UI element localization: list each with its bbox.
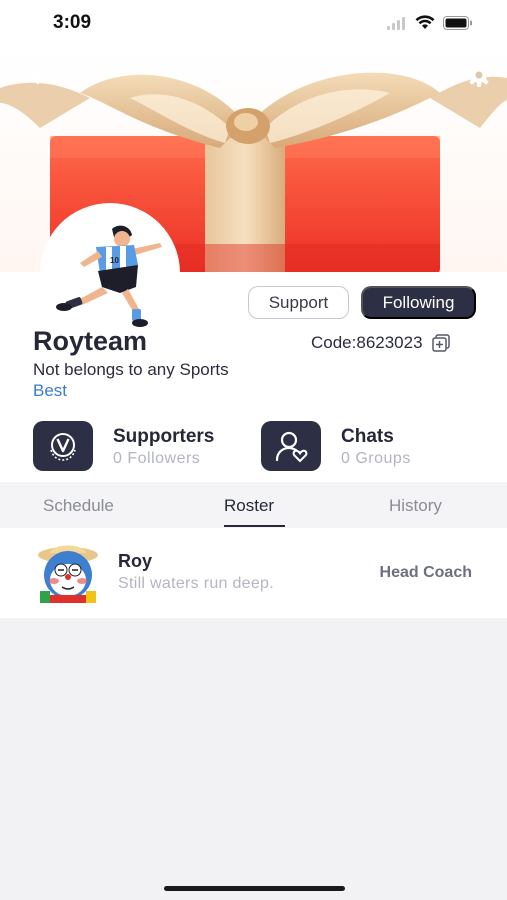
supporters-stat[interactable]: Supporters 0 Followers <box>33 421 214 473</box>
chats-title: Chats <box>341 426 394 447</box>
person-heart-icon <box>275 431 308 463</box>
battery-icon <box>443 15 472 30</box>
team-tag-link[interactable]: Best <box>33 381 67 401</box>
tab-schedule[interactable]: Schedule <box>43 496 114 516</box>
member-bio: Still waters run deep. <box>118 575 275 592</box>
team-sport: Not belongs to any Sports <box>33 360 229 379</box>
chats-icon-box <box>261 421 321 471</box>
svg-text:10: 10 <box>110 256 119 265</box>
back-arrow-icon <box>29 67 51 85</box>
soccer-player-illustration: 10 10 <box>56 225 162 327</box>
tab-bar: Schedule Roster History <box>0 482 507 528</box>
tab-history[interactable]: History <box>389 496 442 516</box>
supporters-title: Supporters <box>113 426 215 447</box>
supporters-icon-box <box>33 421 93 471</box>
status-bar: 3:09 <box>0 0 507 48</box>
team-code-row: Code:8623023 <box>311 333 451 353</box>
chats-stat[interactable]: Chats 0 Groups <box>261 421 411 473</box>
chats-count: 0 Groups <box>341 450 411 467</box>
tab-roster[interactable]: Roster <box>224 496 274 516</box>
member-name: Roy <box>118 551 153 571</box>
roster-row[interactable]: Roy Still waters run deep. Head Coach <box>0 528 507 618</box>
member-avatar <box>34 543 102 603</box>
team-code: Code:8623023 <box>311 333 423 352</box>
status-time: 3:09 <box>53 12 92 33</box>
settings-button[interactable] <box>462 58 496 92</box>
signal-icon <box>387 16 405 30</box>
gear-icon <box>467 63 491 87</box>
team-avatar[interactable]: 10 10 <box>40 203 180 343</box>
member-role: Head Coach <box>379 564 472 581</box>
supporters-count: 0 Followers <box>113 450 201 467</box>
wifi-icon <box>415 15 435 29</box>
team-name: Royteam <box>33 326 148 356</box>
active-tab-indicator <box>224 525 285 527</box>
home-indicator[interactable] <box>164 886 345 891</box>
v-badge-icon <box>50 433 76 461</box>
back-button[interactable] <box>24 60 56 92</box>
cat-character-avatar <box>38 545 98 603</box>
support-button[interactable]: Support <box>248 286 349 319</box>
following-button[interactable]: Following <box>361 286 476 319</box>
status-icons <box>387 15 473 30</box>
copy-icon[interactable] <box>431 333 451 353</box>
